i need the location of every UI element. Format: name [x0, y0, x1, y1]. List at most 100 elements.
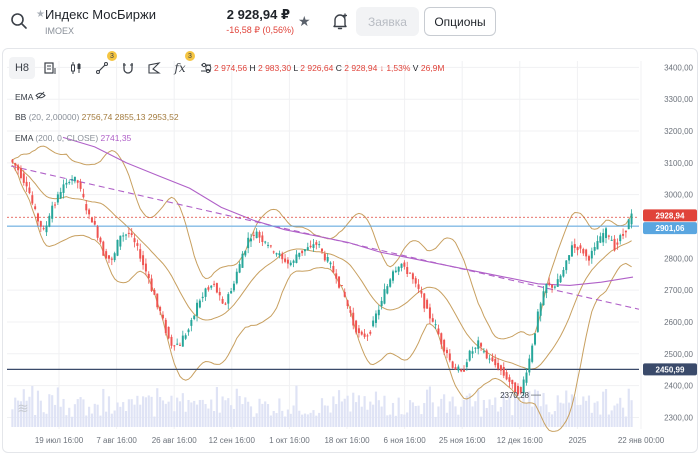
drawing-tools-icon[interactable]: 3 [91, 51, 117, 79]
candle-body [181, 335, 184, 347]
volume-bar [499, 406, 503, 427]
volume-bar [107, 396, 111, 427]
order-button[interactable]: Заявка [356, 7, 419, 36]
hidden-eye-icon[interactable] [35, 91, 46, 100]
volume-bar [494, 397, 497, 427]
volume-bar [272, 411, 275, 427]
candle-body [133, 238, 136, 243]
legend-bb-params: (20, 2,00000) [28, 112, 80, 122]
volume-bar [283, 416, 287, 427]
candle-body [394, 270, 397, 273]
volume-bar [471, 406, 474, 427]
volume-bar [391, 402, 395, 427]
instrument-name[interactable]: Индекс МосБиржи [45, 7, 156, 22]
price-change: -16,58 ₽ (0,56%) [226, 25, 294, 35]
indicators-fx-icon[interactable]: fx 3 [169, 51, 195, 79]
candle-body [215, 283, 218, 293]
candle-body [232, 283, 235, 291]
candle-body [85, 204, 88, 211]
favorite-star-icon[interactable]: ★ [298, 13, 311, 30]
add-alert-bell-icon[interactable] [330, 11, 350, 31]
volume-bar [596, 401, 599, 427]
candle-body [312, 244, 315, 248]
candle-body [298, 252, 301, 257]
candle-body [79, 182, 82, 189]
candle-body [51, 205, 54, 219]
chart-panel[interactable]: 3400,003300,003200,003100,003000,002900,… [2, 48, 698, 453]
candle-body [559, 275, 562, 283]
volume-bar [70, 416, 74, 427]
legend-ema-short[interactable]: EMA [15, 91, 46, 102]
volume-bar [505, 399, 508, 427]
volume-bar [573, 396, 576, 427]
y-tick-label: 2800,00 [664, 254, 693, 263]
candle-body [417, 284, 420, 289]
volume-bar [298, 410, 301, 427]
star-small-icon: ★ [36, 9, 45, 20]
search-icon[interactable] [10, 12, 28, 30]
candle-body [457, 366, 460, 371]
candle-body [303, 249, 306, 252]
volume-bar [230, 405, 233, 427]
candle-body [389, 279, 392, 287]
volume-bar [53, 404, 57, 427]
candle-body [329, 262, 332, 265]
volume-bar [99, 415, 102, 427]
volume-bar [613, 405, 616, 427]
candle-body [397, 266, 400, 272]
volume-bar [281, 410, 284, 427]
candle-body [224, 303, 227, 305]
candle-body [321, 248, 323, 252]
candle-body [445, 349, 448, 354]
volume-bar [434, 416, 437, 427]
price-chart[interactable]: 3400,003300,003200,003100,003000,002900,… [3, 49, 698, 453]
volume-bar [488, 399, 491, 427]
candles-icon[interactable] [65, 57, 87, 79]
volume-bar [340, 401, 343, 427]
volume-bar [153, 416, 156, 427]
volume-bar [292, 405, 295, 427]
bollinger-middle-line [12, 161, 632, 370]
candle-body [306, 247, 309, 251]
volume-bar [479, 416, 483, 427]
candle-body [139, 249, 142, 259]
legend-bollinger[interactable]: BB (20, 2,00000) 2756,74 2855,13 2953,52 [15, 112, 179, 122]
volume-bar [346, 395, 349, 427]
x-tick-label: 7 авг 16:00 [96, 436, 137, 445]
candle-body [184, 335, 187, 339]
volume-bar [315, 415, 318, 427]
y-tick-label: 2500,00 [664, 350, 693, 359]
legend-ema-200[interactable]: EMA (200, 0, CLOSE) 2741,35 [15, 133, 131, 143]
candle-body [426, 299, 429, 309]
volume-bar [201, 399, 204, 427]
candle-body [156, 293, 159, 308]
y-tick-label: 2600,00 [664, 318, 693, 327]
candle-body [323, 253, 326, 261]
volume-bar [462, 399, 466, 427]
candle-body [269, 245, 272, 247]
candle-body [54, 204, 57, 206]
volume-bar [477, 389, 480, 427]
candle-body [619, 235, 622, 242]
volume-bar [124, 410, 128, 427]
timeframe-selector[interactable]: H8 [9, 57, 35, 79]
drawing-tools-badge: 3 [107, 51, 117, 61]
volume-bar [474, 401, 477, 427]
candle-body [241, 253, 244, 268]
candle-body [570, 245, 573, 257]
volume-bar [343, 398, 346, 427]
volume-bar [377, 400, 380, 427]
x-tick-label: 25 ноя 16:00 [439, 436, 486, 445]
candle-body [451, 361, 454, 368]
pattern-tool-icon[interactable] [143, 57, 165, 79]
volume-bar [380, 406, 383, 427]
candle-body [42, 228, 45, 230]
candle-body [482, 351, 485, 353]
magnet-icon[interactable] [117, 57, 139, 79]
chart-type-icon[interactable] [39, 57, 61, 79]
volume-bar [167, 401, 170, 427]
candle-body [22, 173, 25, 183]
volume-bar [59, 406, 62, 427]
volume-bar [454, 406, 457, 427]
options-button[interactable]: Опционы [424, 7, 496, 36]
